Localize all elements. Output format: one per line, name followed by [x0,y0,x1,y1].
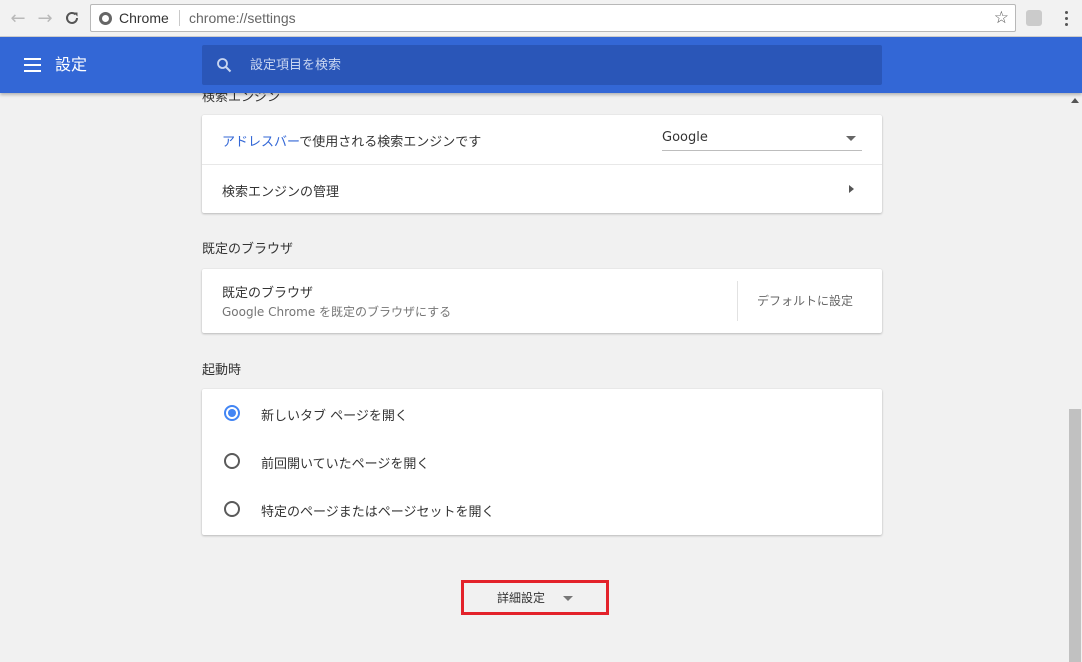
chip-divider [179,10,180,26]
site-label: Chrome [119,10,169,26]
vertical-divider [737,281,738,321]
scroll-up-arrow-icon[interactable] [1071,98,1079,103]
settings-content: 検索エンジン アドレスバーで使用される検索エンジンです Google 検索エンジ… [0,93,1068,662]
section-title-default-browser: 既定のブラウザ [202,242,294,257]
forward-button[interactable]: → [33,6,57,30]
browser-toolbar: ← → Chrome chrome://settings ☆ [0,0,1082,37]
page-title: 設定 [55,55,88,74]
search-engine-select-value: Google [662,130,708,145]
radio-button[interactable] [224,453,240,469]
extension-icon[interactable] [1026,10,1042,26]
forward-arrow-icon: → [37,7,53,29]
default-browser-title: 既定のブラウザ [222,286,314,301]
search-engine-description: アドレスバーで使用される検索エンジンです [222,131,481,150]
make-default-button[interactable]: デフォルトに設定 [757,292,853,309]
radio-button-checked[interactable] [224,405,240,421]
expand-arrow-icon [563,596,573,601]
startup-card: 新しいタブ ページを開く 前回開いていたページを開く 特定のページまたはページセ… [202,389,882,535]
hamburger-menu-icon[interactable] [24,58,41,72]
url-text[interactable]: chrome://settings [189,5,296,31]
scrollbar-thumb[interactable] [1069,409,1081,662]
startup-option-label: 特定のページまたはページセットを開く [261,505,495,520]
chevron-right-icon [849,185,854,193]
scrollbar[interactable] [1068,93,1082,662]
bookmark-star-icon[interactable]: ☆ [994,5,1009,31]
chrome-logo-icon [99,11,112,25]
search-engine-description-rest: で使用される検索エンジンです [299,135,482,150]
default-browser-subtitle: Google Chrome を既定のブラウザにする [222,305,452,319]
browser-menu-icon[interactable] [1058,6,1074,30]
section-title-search-engine: 検索エンジン [202,93,281,105]
settings-header: 設定 [0,37,1082,93]
manage-search-engines-label: 検索エンジンの管理 [222,185,340,200]
advanced-settings-label: 詳細設定 [496,591,545,605]
startup-option-label: 前回開いていたページを開く [261,457,430,472]
advanced-settings-button[interactable]: 詳細設定 [461,580,609,615]
address-bar[interactable]: Chrome chrome://settings ☆ [90,4,1016,32]
back-button[interactable]: ← [6,6,30,30]
dropdown-arrow-icon [846,136,856,141]
section-title-startup: 起動時 [202,363,242,378]
search-icon [217,58,232,73]
reload-icon [66,11,78,24]
address-bar-link[interactable]: アドレスバー [222,135,299,150]
default-browser-card: 既定のブラウザ Google Chrome を既定のブラウザにする デフォルトに… [202,269,882,333]
search-input[interactable] [248,45,848,85]
search-engine-select[interactable]: Google [662,127,862,151]
settings-search-box[interactable] [202,45,882,85]
startup-option-label: 新しいタブ ページを開く [261,409,408,424]
reload-button[interactable] [60,6,84,30]
search-engine-row: アドレスバーで使用される検索エンジンです Google [202,115,882,164]
radio-button[interactable] [224,501,240,517]
back-arrow-icon: ← [10,7,26,29]
search-engine-card: アドレスバーで使用される検索エンジンです Google 検索エンジンの管理 [202,115,882,213]
manage-search-engines-row[interactable]: 検索エンジンの管理 [202,164,882,213]
site-chip: Chrome [99,5,169,31]
